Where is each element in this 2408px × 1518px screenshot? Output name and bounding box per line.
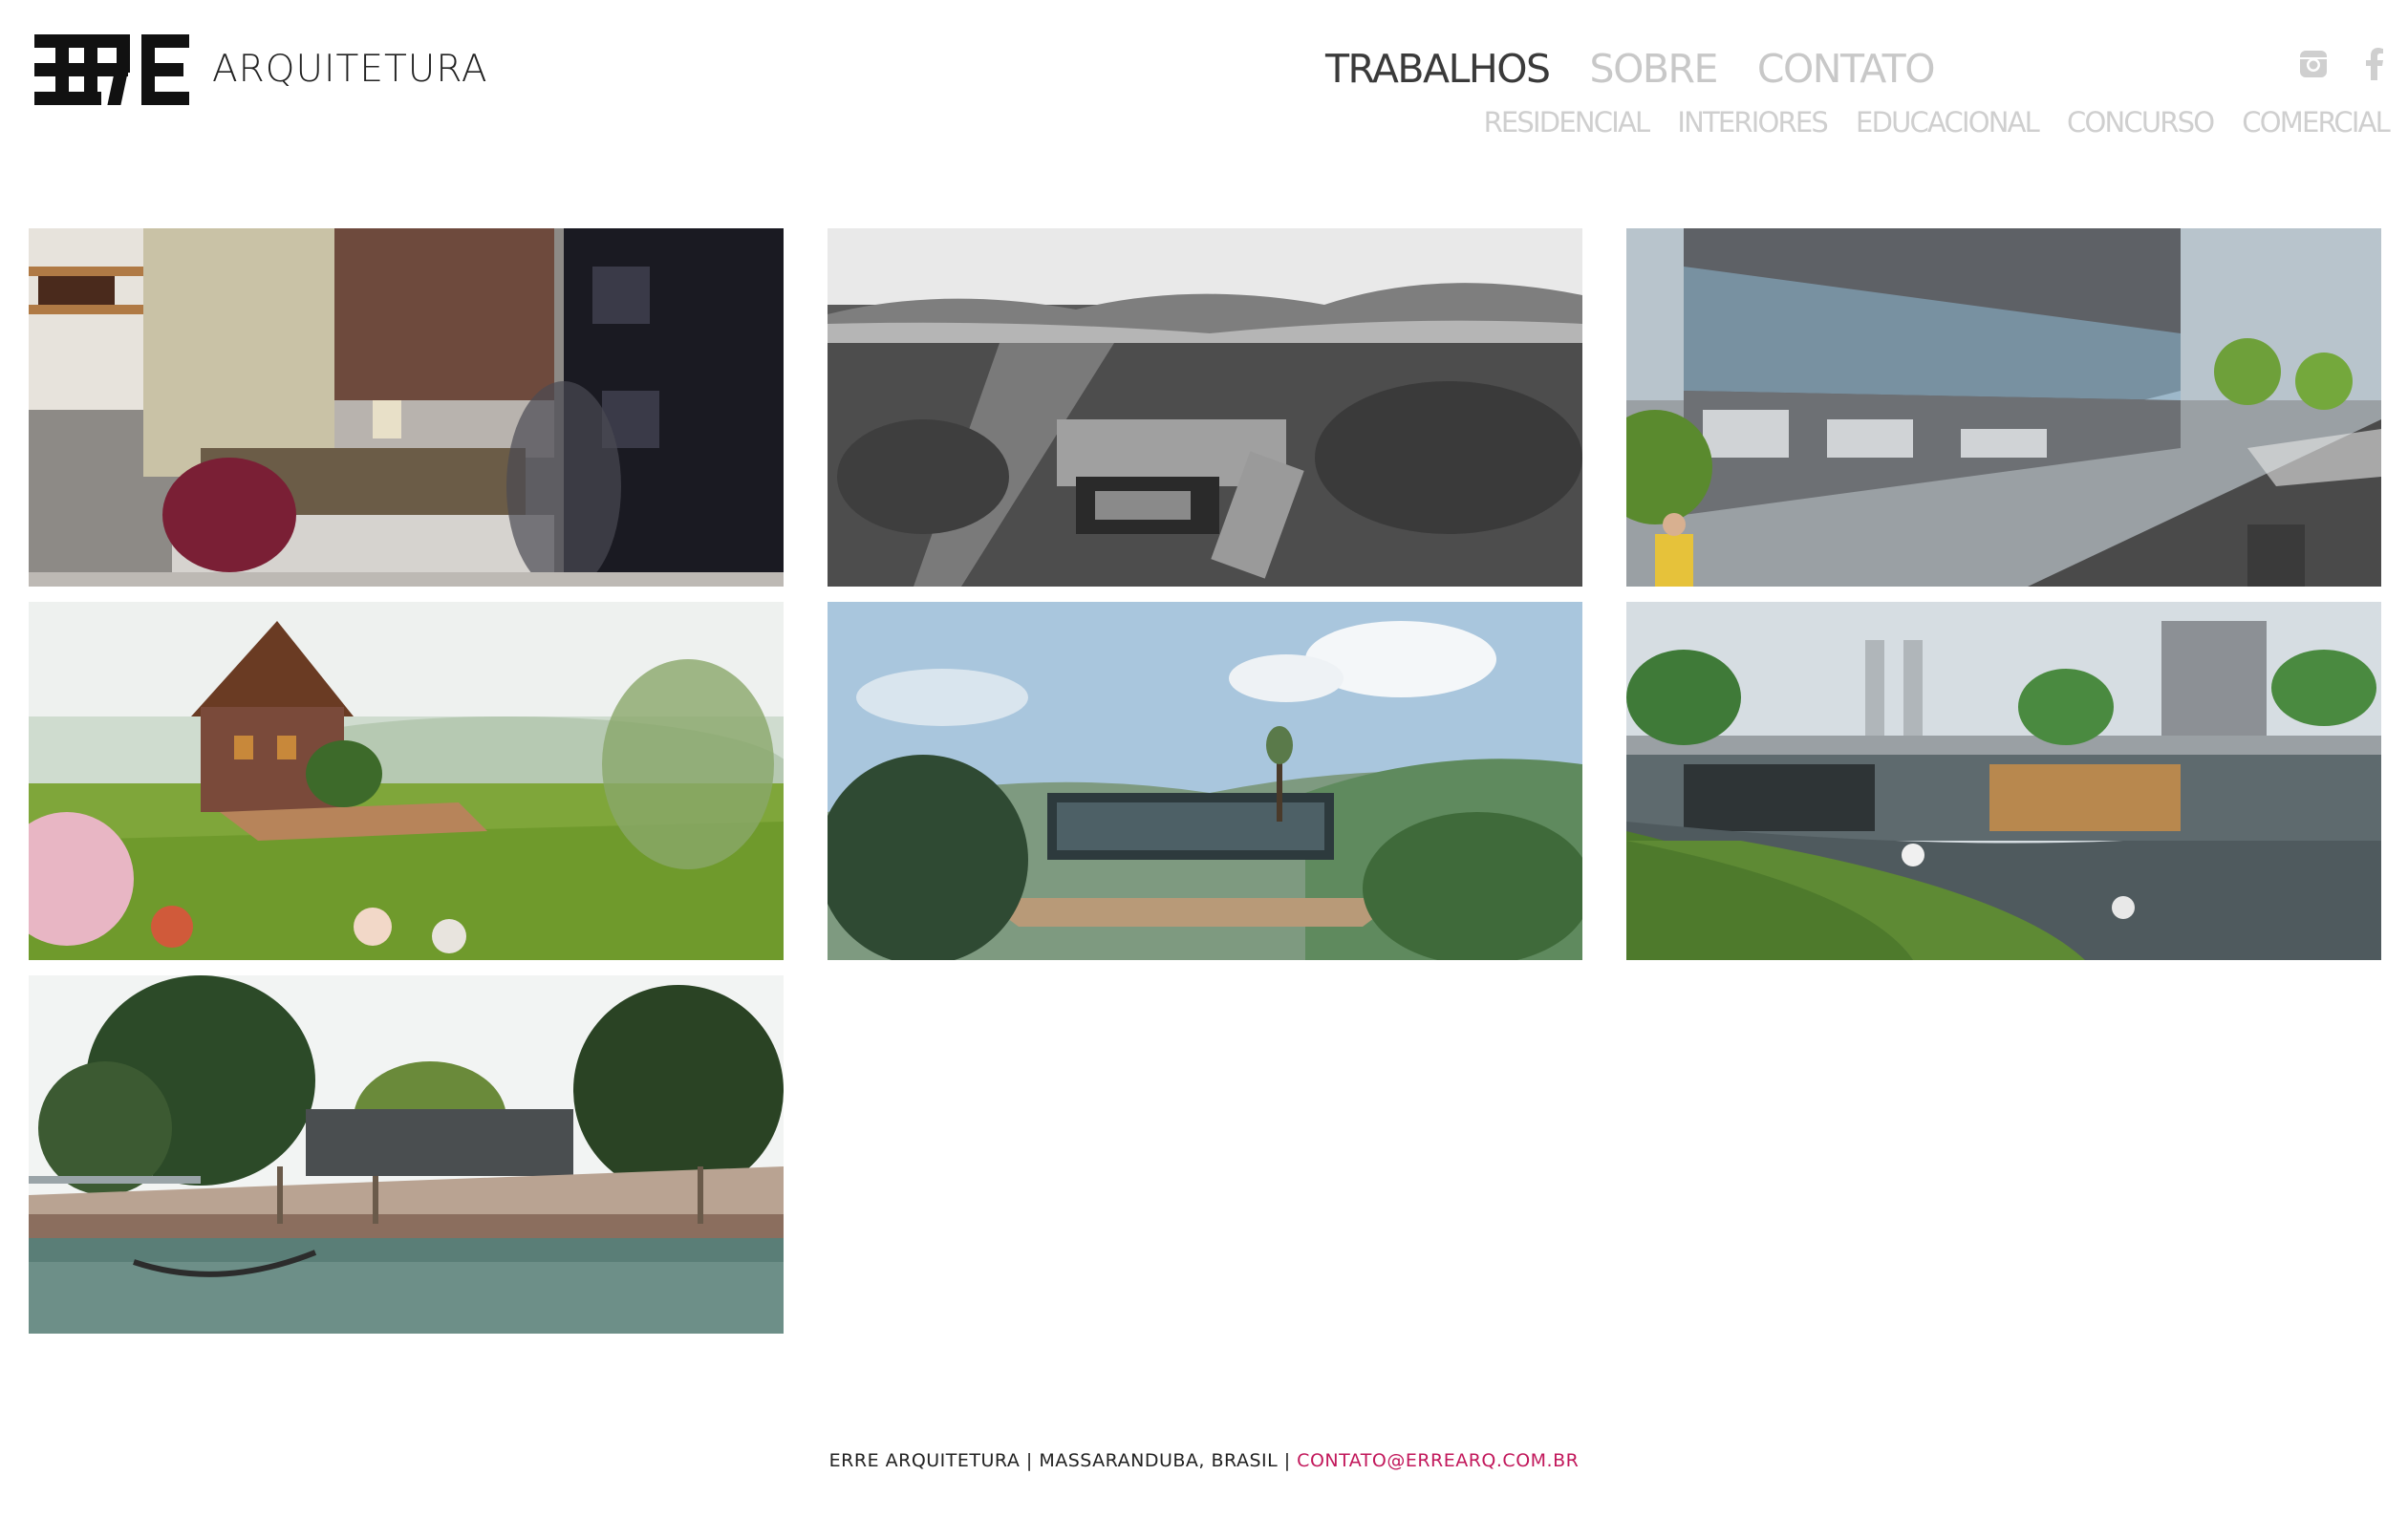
- facebook-icon[interactable]: [2358, 48, 2391, 80]
- project-image: [828, 228, 1582, 587]
- instagram-icon[interactable]: [2297, 48, 2330, 80]
- project-tile-urban-walkway[interactable]: [1626, 602, 2381, 960]
- main-nav: TRABALHOS SOBRE CONTATO: [1325, 40, 1936, 97]
- category-nav: RESIDENCIAL INTERIORES EDUCACIONAL CONCU…: [1484, 103, 2391, 141]
- project-tile-commercial-building[interactable]: [1626, 228, 2381, 587]
- category-concurso[interactable]: CONCURSO: [2067, 103, 2215, 141]
- project-tile-house-meadow[interactable]: [29, 602, 784, 960]
- footer-text: ERRE ARQUITETURA | MASSARANDUBA, BRASIL …: [828, 1450, 1298, 1471]
- site-footer: ERRE ARQUITETURA | MASSARANDUBA, BRASIL …: [0, 1448, 2408, 1473]
- social-links: [2297, 48, 2391, 80]
- brand-name: ARQUITETURA: [212, 48, 488, 91]
- project-tile-riverside-plaza[interactable]: [29, 975, 784, 1334]
- nav-link-contato[interactable]: CONTATO: [1757, 40, 1936, 97]
- footer-email-link[interactable]: CONTATO@ERREARQ.COM.BR: [1297, 1450, 1579, 1471]
- nav-link-trabalhos[interactable]: TRABALHOS: [1325, 40, 1551, 97]
- project-tile-forest-pavilion[interactable]: [828, 602, 1582, 960]
- project-image: [828, 602, 1582, 960]
- project-tile-aerial-campus[interactable]: [828, 228, 1582, 587]
- project-image: [29, 602, 784, 960]
- project-tile-interior-bedroom[interactable]: [29, 228, 784, 587]
- project-image: [1626, 602, 2381, 960]
- project-image: [1626, 228, 2381, 587]
- category-interiores[interactable]: INTERIORES: [1677, 103, 1828, 141]
- category-residencial[interactable]: RESIDENCIAL: [1484, 103, 1651, 141]
- nav-link-sobre[interactable]: SOBRE: [1590, 40, 1719, 97]
- category-educacional[interactable]: EDUCACIONAL: [1856, 103, 2040, 141]
- project-image: [29, 228, 784, 587]
- project-grid: [29, 228, 2381, 1334]
- logo-mark: [34, 34, 189, 105]
- project-image: [29, 975, 784, 1334]
- category-comercial[interactable]: COMERCIAL: [2242, 103, 2391, 141]
- site-logo[interactable]: ARQUITETURA: [34, 34, 488, 105]
